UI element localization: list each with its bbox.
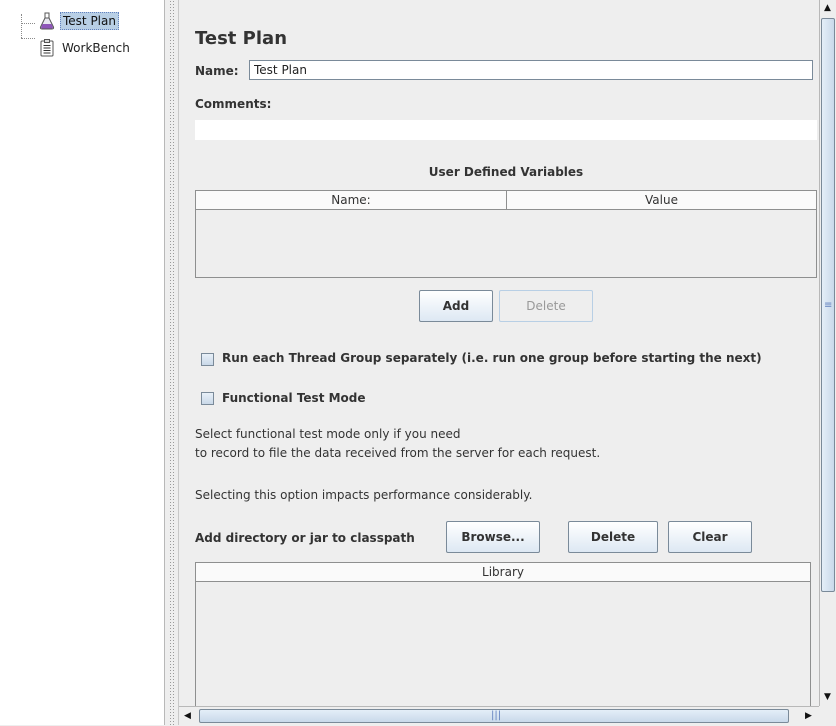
delete-variable-button[interactable]: Delete — [499, 290, 593, 322]
scroll-right-arrow-icon[interactable]: ▶ — [805, 711, 812, 721]
tree-item-workbench[interactable]: WorkBench — [38, 39, 132, 57]
classpath-label: Add directory or jar to classpath — [195, 531, 415, 545]
delete-classpath-button[interactable]: Delete — [568, 521, 658, 553]
scroll-grip-icon: ||| — [491, 710, 502, 721]
tree-item-label: Test Plan — [60, 12, 119, 30]
scroll-grip-icon: ≡ — [824, 300, 833, 311]
library-table[interactable]: Library — [195, 562, 811, 706]
clipboard-icon — [38, 39, 56, 57]
tree-connector-line — [21, 38, 35, 39]
help-text: Selecting this option impacts performanc… — [195, 488, 533, 502]
tree-connector-line — [21, 23, 35, 24]
functional-mode-label: Functional Test Mode — [222, 391, 366, 405]
name-label: Name: — [195, 64, 239, 78]
functional-mode-checkbox[interactable] — [201, 392, 214, 405]
split-pane-divider[interactable] — [165, 0, 179, 725]
comments-field[interactable] — [195, 120, 817, 140]
user-defined-variables-table[interactable]: Name: Value — [195, 190, 817, 278]
vertical-scrollbar[interactable]: ▲ ≡ ▼ — [819, 0, 836, 706]
scroll-down-arrow-icon[interactable]: ▼ — [824, 692, 831, 702]
run-separately-checkbox[interactable] — [201, 353, 214, 366]
scroll-up-arrow-icon[interactable]: ▲ — [824, 3, 831, 13]
help-text: Select functional test mode only if you … — [195, 427, 461, 441]
column-header-value[interactable]: Value — [507, 191, 816, 210]
tree-connector-line — [21, 14, 22, 38]
name-field[interactable] — [249, 60, 813, 80]
tree-item-label: WorkBench — [62, 41, 130, 55]
user-defined-variables-title: User Defined Variables — [428, 165, 584, 179]
help-text: to record to file the data received from… — [195, 446, 601, 460]
tree-item-test-plan[interactable]: Test Plan — [38, 12, 119, 30]
test-plan-tree[interactable]: Test Plan WorkBench — [0, 0, 165, 725]
column-header-library[interactable]: Library — [196, 563, 810, 582]
flask-icon — [38, 12, 56, 30]
comments-label: Comments: — [195, 97, 272, 111]
horizontal-scrollbar[interactable]: ◀ ||| ▶ — [179, 706, 819, 726]
test-plan-panel: Test Plan Name: Comments: User Defined V… — [179, 0, 819, 706]
run-separately-label: Run each Thread Group separately (i.e. r… — [222, 351, 762, 365]
divider-grip — [169, 0, 174, 725]
page-title: Test Plan — [195, 28, 288, 49]
add-variable-button[interactable]: Add — [419, 290, 493, 322]
scroll-left-arrow-icon[interactable]: ◀ — [184, 711, 191, 721]
browse-button[interactable]: Browse... — [446, 521, 540, 553]
column-header-name[interactable]: Name: — [196, 191, 507, 210]
clear-classpath-button[interactable]: Clear — [668, 521, 752, 553]
